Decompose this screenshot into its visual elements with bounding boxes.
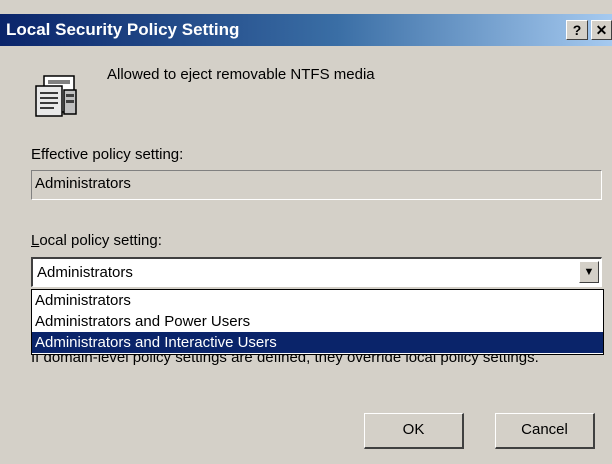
window-title: Local Security Policy Setting: [6, 20, 240, 39]
dropdown-option[interactable]: Administrators and Power Users: [32, 311, 603, 332]
cancel-button[interactable]: Cancel: [495, 413, 595, 449]
combobox-selected-value: Administrators: [37, 264, 133, 281]
chevron-down-icon: ▼: [583, 266, 595, 278]
policy-name: Allowed to eject removable NTFS media: [107, 66, 375, 83]
help-button[interactable]: ?: [566, 20, 588, 40]
local-setting-label: Local policy setting:: [31, 232, 162, 249]
local-setting-combobox[interactable]: Administrators ▼: [31, 257, 602, 287]
effective-setting-value: Administrators: [35, 175, 131, 192]
local-setting-label-text: ocal policy setting:: [39, 232, 162, 249]
domain-override-note: If domain-level policy settings are defi…: [31, 355, 539, 366]
effective-setting-field: Administrators: [31, 170, 602, 200]
title-bar[interactable]: Local Security Policy Setting ? ✕: [0, 14, 612, 46]
dropdown-option[interactable]: Administrators: [32, 290, 603, 311]
close-icon: ✕: [595, 22, 608, 38]
close-button[interactable]: ✕: [591, 20, 612, 40]
dropdown-option-highlighted[interactable]: Administrators and Interactive Users: [32, 332, 603, 353]
effective-setting-label: Effective policy setting:: [31, 146, 184, 163]
local-setting-dropdown-list[interactable]: Administrators Administrators and Power …: [31, 289, 604, 355]
combobox-dropdown-button[interactable]: ▼: [579, 261, 599, 283]
policy-document-icon: [35, 75, 77, 117]
ok-button[interactable]: OK: [364, 413, 464, 449]
